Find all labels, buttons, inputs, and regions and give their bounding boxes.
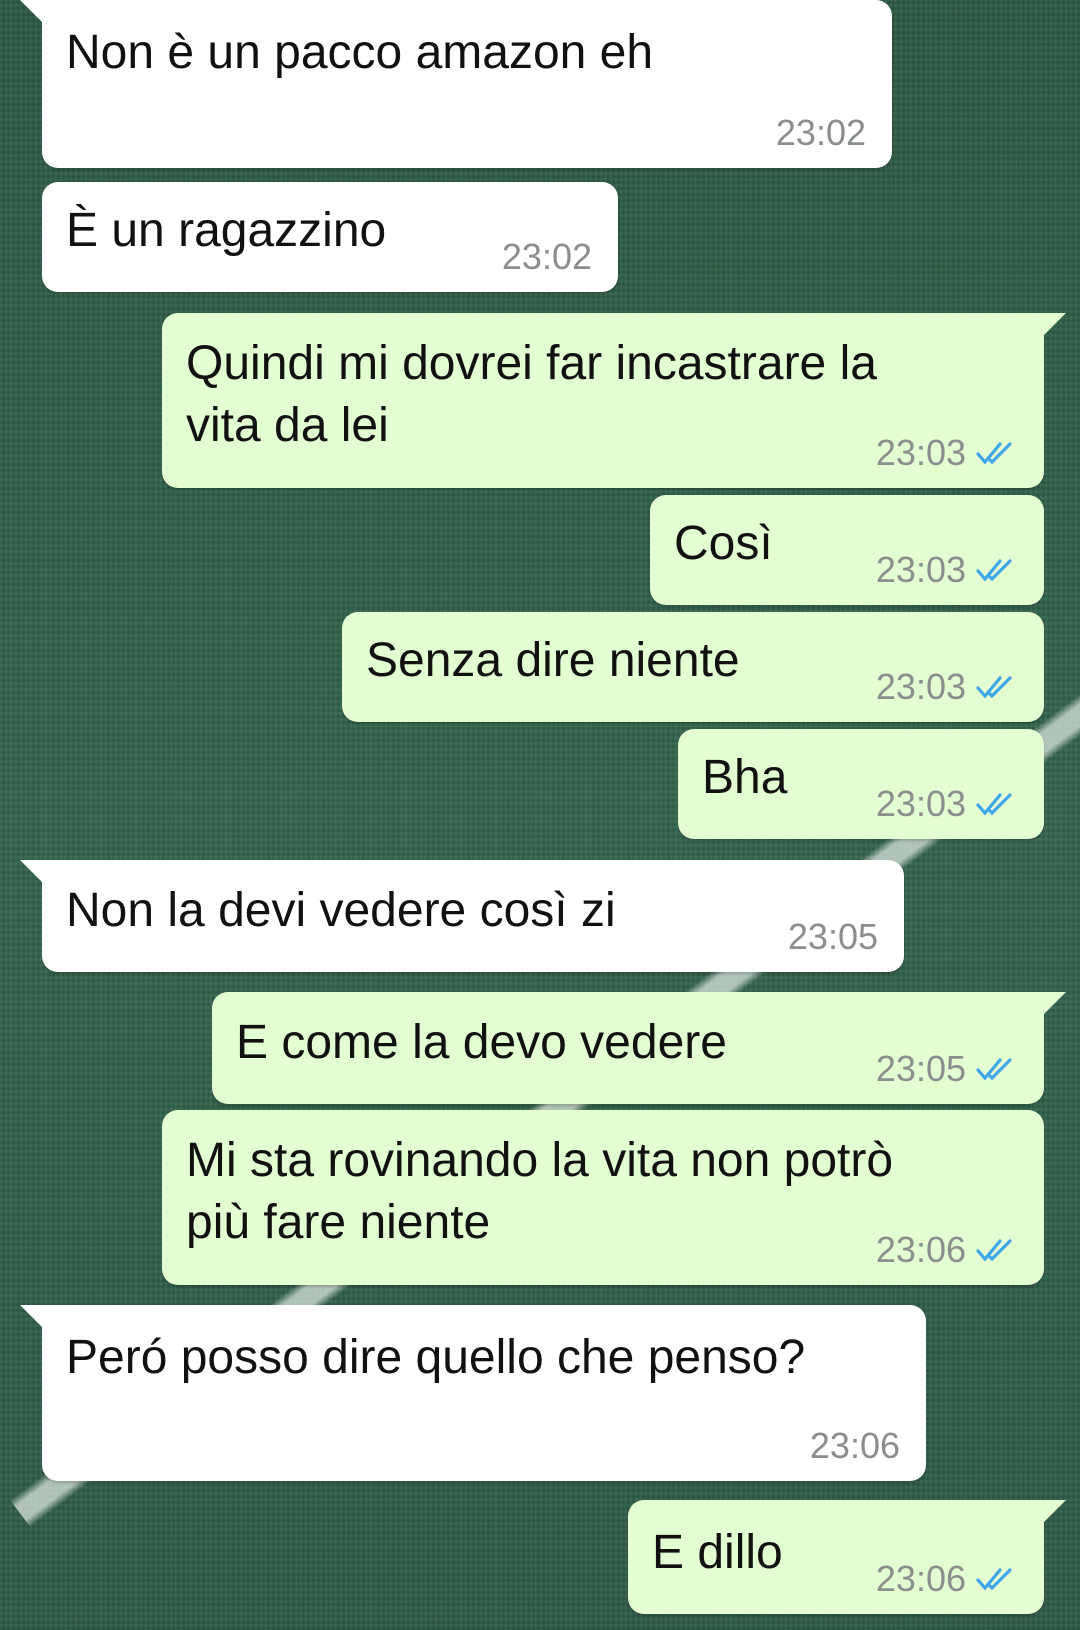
message-bubble-incoming[interactable]: Non la devi vedere così zi 23:05 bbox=[20, 860, 904, 972]
message-text: Mi sta rovinando la vita non potrò più f… bbox=[186, 1134, 894, 1249]
message-bubble-incoming[interactable]: È un ragazzino 23:02 bbox=[42, 182, 618, 292]
message-time: 23:03 bbox=[875, 549, 966, 590]
bubble-tail bbox=[20, 860, 42, 882]
message-meta: 23:02 bbox=[502, 236, 592, 278]
message-time: 23:05 bbox=[875, 1048, 966, 1089]
message-time: 23:03 bbox=[875, 432, 966, 473]
read-double-check-icon bbox=[976, 1058, 1012, 1081]
message-text: Non la devi vedere così zi bbox=[66, 884, 616, 937]
message-bubble-incoming[interactable]: Peró posso dire quello che penso? 23:06 bbox=[20, 1305, 926, 1481]
message-text: Non è un pacco amazon eh bbox=[66, 26, 654, 79]
message-bubble-outgoing[interactable]: Così 23:03 bbox=[650, 495, 1044, 605]
chat-message-list[interactable]: Non è un pacco amazon eh 23:02 È un raga… bbox=[0, 0, 1080, 1630]
message-meta: 23:06 bbox=[876, 1229, 1018, 1271]
message-bubble-outgoing[interactable]: Quindi mi dovrei far incastrare la vita … bbox=[162, 313, 1066, 488]
message-text: È un ragazzino bbox=[66, 204, 387, 257]
bubble-tail bbox=[20, 1305, 42, 1327]
message-time: 23:05 bbox=[787, 916, 878, 957]
read-double-check-icon bbox=[976, 559, 1012, 582]
message-meta: 23:05 bbox=[788, 916, 878, 958]
message-time: 23:06 bbox=[809, 1425, 900, 1466]
message-text: Peró posso dire quello che penso? bbox=[66, 1331, 806, 1384]
read-double-check-icon bbox=[976, 1568, 1012, 1591]
read-double-check-icon bbox=[976, 676, 1012, 699]
message-time: 23:06 bbox=[875, 1558, 966, 1599]
message-text: Così bbox=[674, 517, 773, 570]
message-meta: 23:03 bbox=[876, 666, 1018, 708]
bubble-tail bbox=[1044, 313, 1066, 335]
message-text: Bha bbox=[702, 751, 788, 804]
message-time: 23:02 bbox=[775, 112, 866, 153]
message-time: 23:03 bbox=[875, 666, 966, 707]
read-double-check-icon bbox=[976, 442, 1012, 465]
message-meta: 23:03 bbox=[876, 432, 1018, 474]
message-text: E dillo bbox=[652, 1526, 783, 1579]
message-bubble-incoming[interactable]: Non è un pacco amazon eh 23:02 bbox=[20, 0, 892, 168]
message-meta: 23:03 bbox=[876, 549, 1018, 591]
message-meta: 23:06 bbox=[876, 1558, 1018, 1600]
message-bubble-outgoing[interactable]: Bha 23:03 bbox=[678, 729, 1044, 839]
message-time: 23:03 bbox=[875, 783, 966, 824]
message-bubble-outgoing[interactable]: Mi sta rovinando la vita non potrò più f… bbox=[162, 1110, 1044, 1285]
message-bubble-outgoing[interactable]: E come la devo vedere 23:05 bbox=[212, 992, 1066, 1104]
message-time: 23:06 bbox=[875, 1229, 966, 1270]
message-meta: 23:05 bbox=[876, 1048, 1018, 1090]
message-bubble-outgoing[interactable]: E dillo 23:06 bbox=[628, 1500, 1066, 1614]
message-meta: 23:06 bbox=[810, 1425, 900, 1467]
message-meta: 23:02 bbox=[776, 112, 866, 154]
message-time: 23:02 bbox=[501, 236, 592, 277]
message-text: Quindi mi dovrei far incastrare la vita … bbox=[186, 337, 877, 452]
read-double-check-icon bbox=[976, 1239, 1012, 1262]
read-double-check-icon bbox=[976, 793, 1012, 816]
bubble-tail bbox=[1044, 1500, 1066, 1522]
bubble-tail bbox=[20, 0, 42, 22]
message-text: E come la devo vedere bbox=[236, 1016, 727, 1069]
bubble-tail bbox=[1044, 992, 1066, 1014]
message-bubble-outgoing[interactable]: Senza dire niente 23:03 bbox=[342, 612, 1044, 722]
message-text: Senza dire niente bbox=[366, 634, 740, 687]
message-meta: 23:03 bbox=[876, 783, 1018, 825]
